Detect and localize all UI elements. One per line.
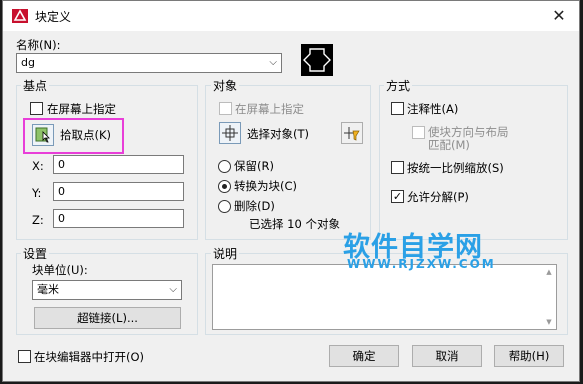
hyperlink-button[interactable]: 超链接(L)...	[34, 307, 181, 329]
unit-value: 毫米	[37, 283, 59, 296]
scale-uniformly-label: 按统一比例缩放(S)	[407, 161, 504, 175]
cancel-button[interactable]: 取消	[412, 345, 482, 367]
help-button[interactable]: 帮助(H)	[494, 345, 564, 367]
convert-radio[interactable]	[218, 180, 231, 193]
y-field[interactable]: 0	[53, 182, 184, 201]
chevron-down-icon: ⌵	[269, 57, 277, 68]
objects-specify-label: 在屏幕上指定	[235, 102, 304, 116]
watermark-url: WWW.RJZXW.COM	[347, 257, 496, 271]
crosshair-select-icon	[222, 125, 238, 141]
select-objects-button[interactable]	[219, 122, 241, 144]
objects-group-label: 对象	[211, 77, 240, 94]
z-label: Z:	[32, 213, 44, 227]
delete-label: 删除(D)	[234, 199, 275, 213]
block-definition-dialog: 块定义 ✕ 名称(N): dg ⌵ 基点 在屏幕上指定 拾取点(K) X: 0 …	[2, 0, 580, 382]
quick-select-icon	[344, 127, 360, 141]
autocad-app-icon	[12, 9, 28, 23]
name-value: dg	[21, 56, 35, 69]
description-group-label: 说明	[211, 245, 240, 262]
retain-radio[interactable]	[218, 160, 231, 173]
annotative-label: 注释性(A)	[407, 102, 459, 116]
description-textarea[interactable]: ▲ ▼	[212, 264, 557, 330]
select-objects-label: 选择对象(T)	[247, 127, 309, 141]
allow-exploding-checkbox[interactable]: ✓	[391, 190, 404, 203]
close-button[interactable]: ✕	[545, 5, 573, 27]
basepoint-group-label: 基点	[21, 77, 50, 94]
x-label: X:	[32, 159, 44, 173]
basepoint-specify-label: 在屏幕上指定	[47, 102, 116, 116]
pick-point-label: 拾取点(K)	[60, 128, 112, 142]
settings-group-label: 设置	[21, 245, 50, 262]
y-label: Y:	[32, 186, 42, 200]
block-preview	[301, 44, 333, 76]
scroll-down-icon[interactable]: ▼	[543, 316, 555, 328]
x-field[interactable]: 0	[53, 155, 184, 174]
retain-label: 保留(R)	[234, 159, 274, 173]
behavior-group-label: 方式	[384, 77, 413, 94]
pick-point-button[interactable]	[32, 124, 54, 146]
quick-select-button[interactable]	[341, 122, 363, 144]
title-bar: 块定义 ✕	[3, 1, 579, 31]
objects-specify-checkbox[interactable]	[219, 102, 232, 115]
block-preview-shape	[303, 48, 331, 72]
delete-radio[interactable]	[218, 200, 231, 213]
match-orientation-label-line2: 匹配(M)	[428, 138, 470, 152]
open-in-editor-label: 在块编辑器中打开(O)	[34, 350, 145, 364]
annotative-checkbox[interactable]	[391, 102, 404, 115]
chevron-down-icon: ⌵	[169, 284, 177, 295]
scroll-up-icon[interactable]: ▲	[543, 266, 555, 278]
name-combobox[interactable]: dg ⌵	[16, 53, 282, 73]
match-orientation-checkbox[interactable]	[412, 126, 425, 139]
z-field[interactable]: 0	[53, 209, 184, 228]
basepoint-specify-checkbox[interactable]	[30, 102, 43, 115]
scale-uniformly-checkbox[interactable]	[391, 161, 404, 174]
unit-select[interactable]: 毫米 ⌵	[32, 280, 182, 300]
window-title: 块定义	[35, 10, 72, 24]
selected-count: 已选择 10 个对象	[249, 217, 340, 231]
radio-selected-dot	[222, 184, 227, 189]
open-in-editor-checkbox[interactable]	[18, 350, 31, 363]
convert-label: 转换为块(C)	[234, 179, 298, 193]
unit-label: 块单位(U):	[32, 263, 88, 277]
ok-button[interactable]: 确定	[329, 345, 399, 367]
pick-point-icon	[35, 127, 50, 143]
name-label: 名称(N):	[16, 38, 61, 52]
allow-exploding-label: 允许分解(P)	[407, 190, 469, 204]
